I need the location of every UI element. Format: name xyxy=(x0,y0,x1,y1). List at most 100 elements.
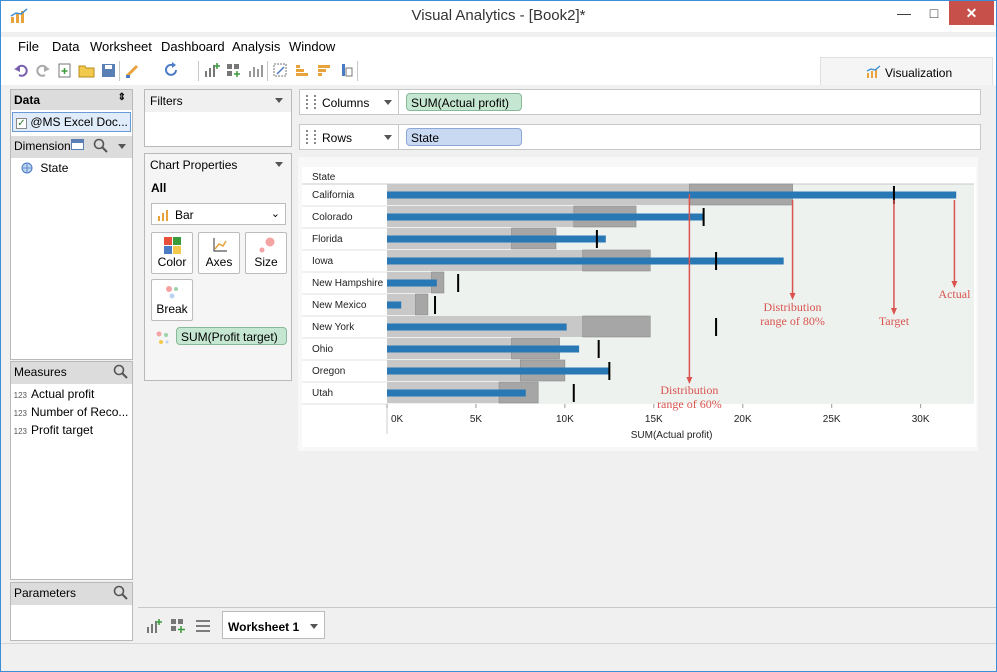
menu-worksheet[interactable]: Worksheet xyxy=(90,39,152,54)
chart-icon[interactable] xyxy=(247,62,264,79)
menu-analysis[interactable]: Analysis xyxy=(232,39,280,54)
chevron-down-icon[interactable] xyxy=(384,135,392,140)
visualization-tab-label: Visualization xyxy=(885,66,953,80)
highlight-icon[interactable] xyxy=(124,62,141,79)
data-source-item[interactable]: ✓ @MS Excel Doc... xyxy=(12,112,131,132)
x-tick-label: 0K xyxy=(391,414,404,425)
parameters-title: Parameters xyxy=(14,586,77,600)
break-button[interactable]: Break xyxy=(151,279,193,321)
measure-label: Actual profit xyxy=(31,387,95,401)
measure-item[interactable]: 123 Number of Reco... xyxy=(5,405,129,419)
swap-icon[interactable] xyxy=(272,62,289,79)
annotation-actual: Actual xyxy=(938,287,971,301)
category-label: Oregon xyxy=(312,366,345,377)
sort-descending-icon[interactable] xyxy=(316,62,333,79)
dimension-item[interactable]: State xyxy=(21,161,68,175)
profit-target-pill[interactable]: SUM(Profit target) xyxy=(176,327,287,345)
new-sheet-icon[interactable] xyxy=(56,62,73,79)
x-tick-label: 10K xyxy=(556,414,574,425)
title-bar: Visual Analytics - [Book2]* — □ ✕ xyxy=(1,1,996,32)
data-panel-title: Data xyxy=(14,93,41,107)
menu-file[interactable]: File xyxy=(18,39,39,54)
x-tick-label: 15K xyxy=(645,414,663,425)
chevron-down-icon[interactable] xyxy=(275,162,283,167)
parameters-header: Parameters xyxy=(11,583,132,605)
search-icon[interactable] xyxy=(93,138,108,153)
actual-bar xyxy=(387,213,704,221)
rows-shelf: Rows State xyxy=(299,124,981,150)
toolbar-separator xyxy=(119,61,120,81)
category-label: New York xyxy=(312,322,355,333)
grip-icon xyxy=(306,95,316,109)
new-dashboard-icon[interactable] xyxy=(225,62,242,79)
save-icon[interactable] xyxy=(100,62,117,79)
annotation-distribution-60: Distribution xyxy=(660,383,718,397)
measures-title: Measures xyxy=(14,365,67,379)
new-worksheet-icon[interactable] xyxy=(146,618,162,634)
actual-bar xyxy=(387,345,580,353)
chevron-down-icon[interactable] xyxy=(275,98,283,103)
category-label: Iowa xyxy=(312,256,334,267)
menu-dashboard[interactable]: Dashboard xyxy=(161,39,225,54)
redo-icon[interactable] xyxy=(34,62,51,79)
new-worksheet-icon[interactable] xyxy=(203,62,220,79)
filters-header: Filters xyxy=(145,90,291,112)
menu-window[interactable]: Window xyxy=(289,39,335,54)
maximize-button[interactable]: □ xyxy=(919,1,949,25)
color-button[interactable]: Color xyxy=(151,232,193,274)
columns-pill[interactable]: SUM(Actual profit) xyxy=(406,93,522,111)
open-folder-icon[interactable] xyxy=(78,62,95,79)
tab-visualization[interactable]: Visualization xyxy=(820,57,993,85)
bullet-chart[interactable]: State California Colorado Florida Iowa New Ha… xyxy=(298,157,978,451)
undo-icon[interactable] xyxy=(13,62,30,79)
sheet-tab-bar: Worksheet 1 xyxy=(138,607,996,643)
new-dashboard-icon[interactable] xyxy=(170,618,186,634)
rows-label: Rows xyxy=(322,131,353,145)
x-tick-label: 25K xyxy=(823,414,841,425)
search-icon[interactable] xyxy=(113,364,128,379)
chevron-down-icon[interactable]: ⌄ xyxy=(271,207,280,220)
sheet-list-icon[interactable] xyxy=(195,619,211,633)
actual-bar xyxy=(387,323,567,331)
chart-type-select[interactable]: Bar ⌄ xyxy=(151,203,286,225)
x-tick-label: 20K xyxy=(734,414,752,425)
dimensions-header: Dimensions xyxy=(11,136,132,158)
number-type-icon: 123 xyxy=(13,409,27,418)
axes-button[interactable]: Axes xyxy=(198,232,240,274)
break-icon xyxy=(166,286,178,299)
columns-shelf: Columns SUM(Actual profit) xyxy=(299,89,981,115)
measure-item[interactable]: 123 Actual profit xyxy=(5,387,95,401)
actual-bar xyxy=(387,191,957,199)
rows-pill[interactable]: State xyxy=(406,128,522,146)
shelf-divider xyxy=(398,125,399,149)
size-button[interactable]: Size xyxy=(245,232,287,274)
checkbox-icon[interactable]: ✓ xyxy=(16,118,27,129)
table-view-icon[interactable] xyxy=(71,139,84,150)
toolbar-separator xyxy=(267,61,268,81)
measure-item[interactable]: 123 Profit target xyxy=(5,423,93,437)
category-label: California xyxy=(312,190,355,201)
chevron-down-icon[interactable] xyxy=(118,144,126,149)
search-icon[interactable] xyxy=(113,585,128,600)
tab-worksheet-1[interactable]: Worksheet 1 xyxy=(222,611,325,639)
data-panel-header: Data ⇕ xyxy=(11,90,132,110)
sort-ascending-icon[interactable] xyxy=(294,62,311,79)
marks-scope-label: All xyxy=(151,181,167,195)
minimize-button[interactable]: — xyxy=(889,1,919,25)
fit-icon[interactable] xyxy=(338,62,355,79)
x-tick-label: 5K xyxy=(470,414,483,425)
chevron-down-icon[interactable] xyxy=(384,100,392,105)
menu-data[interactable]: Data xyxy=(52,39,79,54)
shelf-divider xyxy=(398,90,399,114)
annotation-target: Target xyxy=(879,314,910,328)
category-label: Ohio xyxy=(312,344,334,355)
row-header: State xyxy=(312,172,336,183)
measures-header: Measures xyxy=(11,362,132,384)
dimension-label: State xyxy=(40,161,69,175)
worksheet-tab-label: Worksheet 1 xyxy=(228,620,300,634)
sort-arrows-icon[interactable]: ⇕ xyxy=(118,92,126,103)
menu-bar: File Data Worksheet Dashboard Analysis W… xyxy=(1,37,996,57)
chevron-down-icon[interactable] xyxy=(310,624,318,629)
close-button[interactable]: ✕ xyxy=(949,1,994,25)
refresh-icon[interactable] xyxy=(163,62,180,79)
